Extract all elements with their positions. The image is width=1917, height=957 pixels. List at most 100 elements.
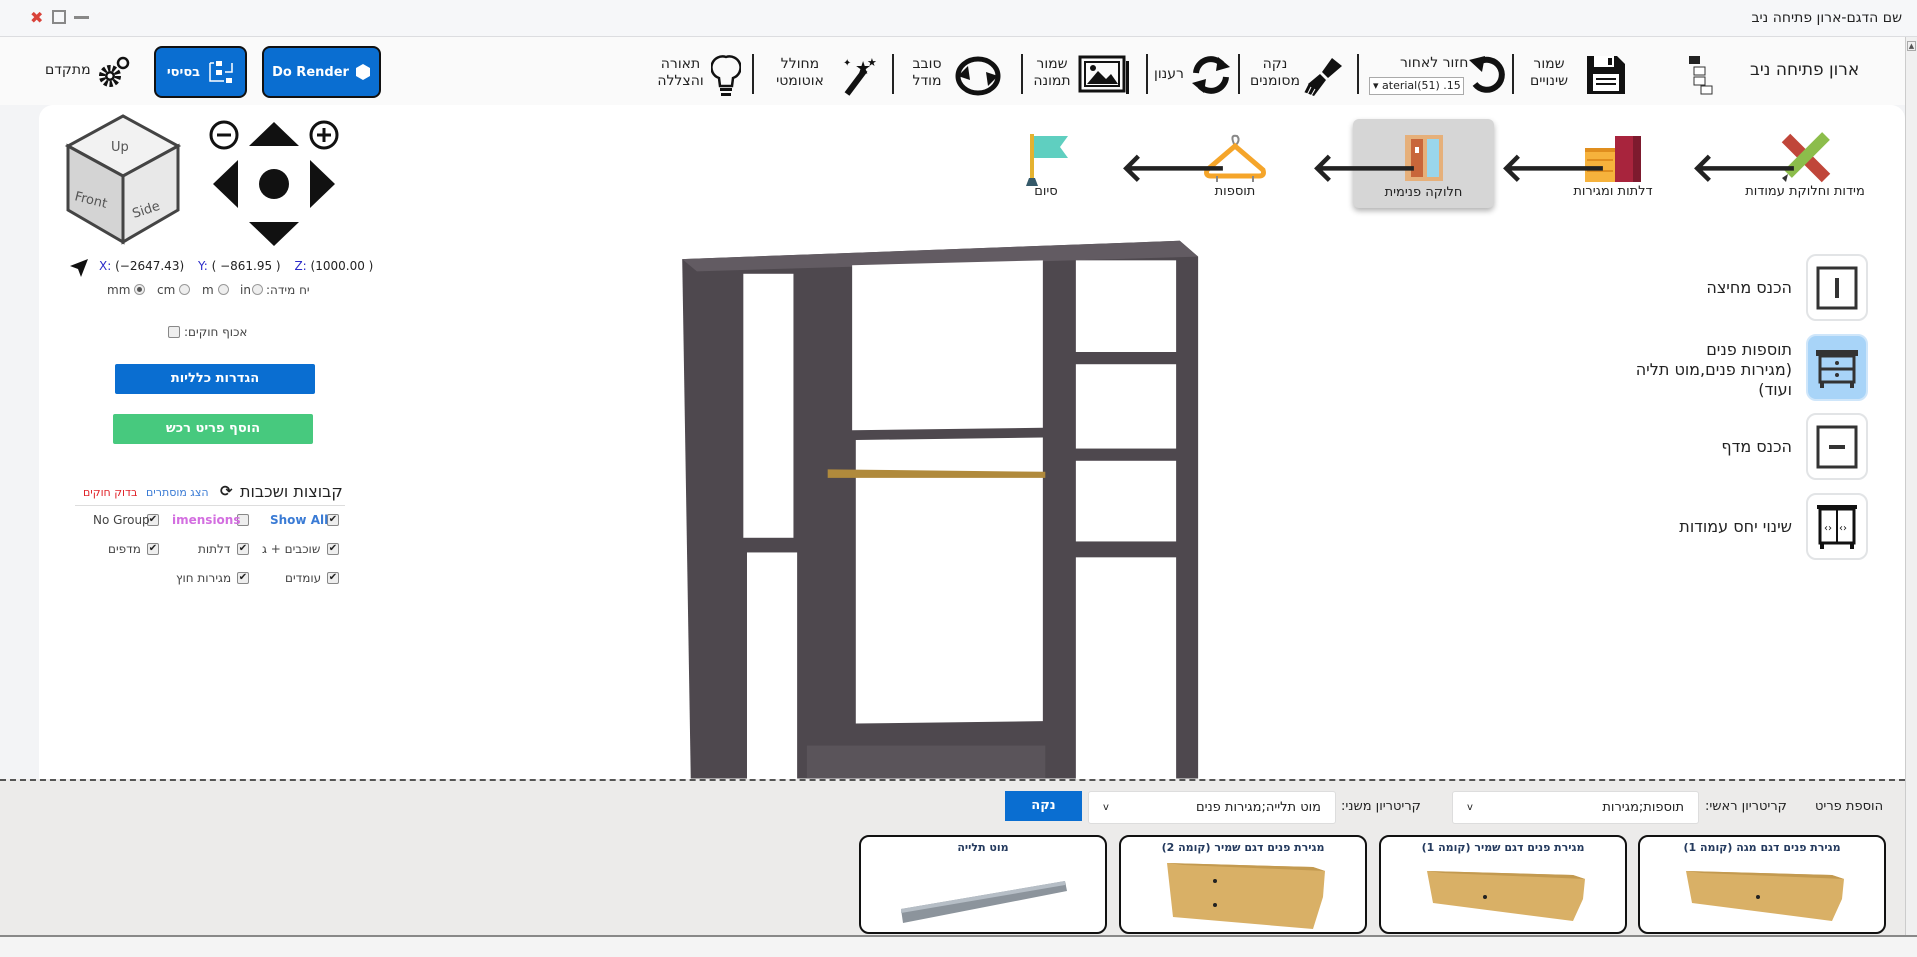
scroll-up-icon[interactable]: ▲: [1907, 41, 1916, 51]
enforce-rules-label: אכוף חוקים:: [184, 325, 248, 339]
group-label: עומדים: [285, 571, 322, 585]
item-card[interactable]: מוט תלייה: [859, 835, 1107, 934]
pan-up-icon[interactable]: [249, 122, 299, 146]
save-button[interactable]: שמור שינויים: [1520, 56, 1578, 90]
unit-in-radio[interactable]: [252, 284, 263, 295]
lightbulb-icon[interactable]: [711, 54, 741, 98]
clear-marked-button[interactable]: נקה מסומנים: [1247, 56, 1303, 90]
rotate-model-icon[interactable]: [954, 54, 1002, 98]
step-finish[interactable]: סיום: [1020, 132, 1072, 208]
unit-m-label: m: [202, 283, 214, 297]
svg-text:✦: ✦: [843, 58, 851, 69]
undo-select-value: aterial(51) .15: [1382, 79, 1461, 92]
secondary-criterion-label: קריטריון משני:: [1341, 799, 1421, 814]
interior-additions-button[interactable]: [1806, 334, 1868, 401]
enforce-rules-checkbox[interactable]: [168, 326, 180, 338]
do-render-button[interactable]: Do Render: [262, 46, 381, 98]
advanced-mode-button[interactable]: מתקדם: [45, 62, 91, 78]
close-icon[interactable]: ✖: [30, 8, 43, 27]
group-checkbox-doors[interactable]: ✔: [237, 543, 249, 555]
pan-left-icon[interactable]: [213, 160, 238, 208]
title-bar: ✖ שם הדגם-ארון פתיחה ניב: [0, 0, 1917, 37]
maximize-icon[interactable]: [52, 10, 66, 24]
item-card-title: מגירת פנים דגם מגה (קומה 1): [1683, 841, 1841, 854]
gears-icon[interactable]: [98, 56, 130, 88]
undo-history-select[interactable]: ▾ aterial(51) .15: [1369, 77, 1464, 95]
save-image-button[interactable]: שמור תמונה: [1031, 56, 1073, 90]
save-icon[interactable]: [1585, 54, 1627, 96]
brush-icon[interactable]: [1302, 54, 1346, 98]
secondary-criterion-value: מוט תלייה;מגירות פנים: [1195, 800, 1321, 815]
item-card[interactable]: מגירת פנים דגם מגה (קומה 1): [1638, 835, 1886, 934]
unit-in-label: in: [240, 283, 251, 297]
flow-switch-icon: [209, 61, 233, 83]
refresh-icon[interactable]: [1190, 55, 1232, 95]
item-card[interactable]: מגירת פנים דגם שמיר (קומה 1): [1379, 835, 1627, 934]
basic-mode-button[interactable]: בסיסי: [154, 46, 247, 98]
zoom-in-icon[interactable]: [309, 120, 339, 150]
step-label: סיום: [1034, 184, 1058, 199]
chevron-down-icon: v: [1103, 802, 1109, 813]
pan-down-icon[interactable]: [249, 222, 299, 246]
unit-m-radio[interactable]: [218, 284, 229, 295]
refresh-button[interactable]: רענון: [1154, 66, 1184, 83]
divider: [75, 505, 345, 506]
drawer-thumbnail: [1427, 871, 1585, 921]
y-value: ( −861.95 ): [211, 259, 281, 273]
insert-shelf-button[interactable]: [1806, 413, 1868, 480]
secondary-criterion-select[interactable]: מוט תלייה;מגירות פנים v: [1088, 791, 1336, 824]
insert-partition-button[interactable]: [1806, 254, 1868, 321]
auto-generator-button[interactable]: מחולל אוטומטי: [764, 56, 836, 90]
group-checkbox-shelves[interactable]: ✔: [147, 543, 159, 555]
image-icon[interactable]: [1078, 55, 1130, 95]
pan-right-icon[interactable]: [310, 160, 335, 208]
general-settings-button[interactable]: הגדרות כלליות: [115, 364, 315, 394]
check-rules-link[interactable]: בדוק חוקים: [83, 486, 137, 499]
group-label: מגירות חוץ: [176, 571, 232, 585]
primary-criterion-value: תוספות;מגירות: [1602, 800, 1684, 815]
cube-up-label: Up: [111, 140, 129, 155]
chevron-down-icon: v: [1467, 802, 1473, 813]
group-label: imensions: [172, 513, 241, 527]
unit-mm-label: mm: [107, 283, 131, 297]
undo-icon[interactable]: [1467, 54, 1507, 96]
group-checkbox-show-all[interactable]: ✔: [327, 514, 339, 526]
unit-cm-radio[interactable]: [179, 284, 190, 295]
x-value: (−2647.43): [115, 259, 185, 273]
group-checkbox-horizontal[interactable]: ✔: [327, 543, 339, 555]
clear-filter-button[interactable]: נקה: [1005, 791, 1082, 821]
tool-label: שינוי יחס עמודות: [1679, 517, 1792, 536]
group-checkbox-vertical[interactable]: ✔: [327, 572, 339, 584]
flag-icon: [1026, 134, 1068, 186]
do-render-label: Do Render: [272, 64, 349, 80]
rotate-model-button[interactable]: סובב מודל: [905, 56, 949, 90]
minimize-icon[interactable]: [74, 16, 89, 19]
add-furniture-button[interactable]: הוסף פריט רכש: [113, 414, 313, 444]
drawer-thumbnail: [1167, 863, 1325, 929]
item-card-title: מגירת פנים דגם שמיר (קומה 2): [1161, 841, 1325, 854]
group-checkbox-outer-drawers[interactable]: ✔: [237, 572, 249, 584]
svg-text:★: ★: [867, 56, 877, 69]
primary-criterion-select[interactable]: תוספות;מגירות v: [1452, 791, 1699, 824]
hexagon-icon: [355, 64, 370, 80]
view-cube[interactable]: Up Front Side: [64, 114, 182, 246]
zoom-out-icon[interactable]: [209, 120, 239, 150]
item-card[interactable]: מגירת פנים דגם שמיר (קומה 2): [1119, 835, 1367, 934]
coordinates-readout: X: (−2647.43) Y: ( −861.95 ) Z: (1000.00…: [99, 259, 373, 273]
vertical-scrollbar[interactable]: ▲: [1905, 37, 1917, 935]
show-hidden-link[interactable]: הצג מוסתרים: [146, 486, 209, 499]
tool-label: הכנס מחיצה: [1706, 278, 1792, 297]
group-label: No Group: [93, 513, 150, 527]
x-label: X:: [99, 259, 112, 273]
arrow-left-icon: 🡐: [1311, 145, 1419, 191]
refresh-groups-icon[interactable]: ⟳: [220, 482, 233, 500]
column-ratio-button[interactable]: ‹› ‹›: [1806, 493, 1868, 560]
lighting-button[interactable]: תאורה והצללה: [653, 56, 708, 90]
units-label: יח מידה:: [266, 283, 310, 297]
tree-icon[interactable]: [1688, 55, 1714, 95]
unit-mm-radio[interactable]: [134, 284, 145, 295]
center-view-icon[interactable]: [259, 169, 289, 199]
z-value: (1000.00 ): [310, 259, 374, 273]
partition-icon: [1816, 266, 1858, 309]
magic-wand-icon[interactable]: ★★✦: [841, 54, 881, 96]
